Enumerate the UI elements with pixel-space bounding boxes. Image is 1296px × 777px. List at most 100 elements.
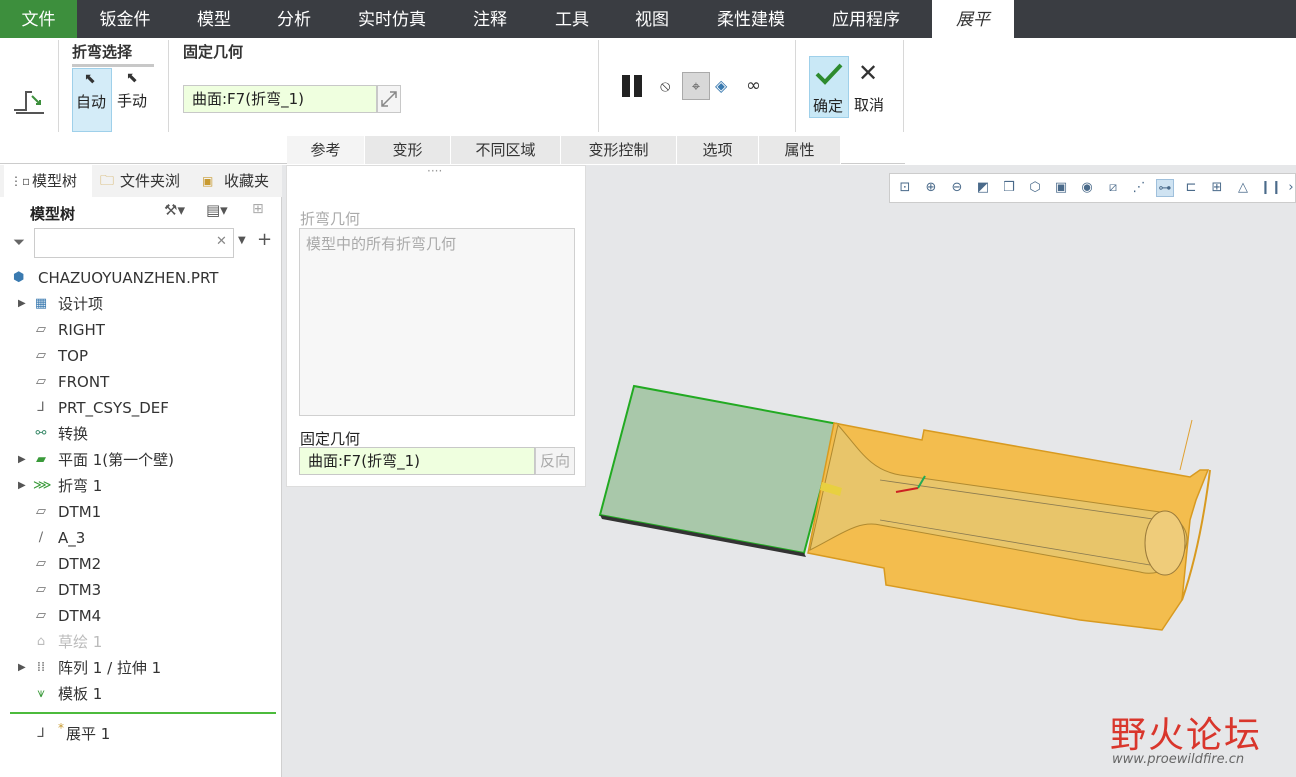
tab-options[interactable]: 选项 — [677, 136, 759, 164]
ok-button[interactable]: 确定 — [809, 56, 849, 118]
manual-button[interactable]: ⬉ 手动 — [115, 68, 155, 132]
bend-geom-list[interactable]: 模型中的所有折弯几何 — [299, 228, 575, 416]
tree-item-dtm1[interactable]: ▱ DTM1 — [0, 499, 282, 525]
design-items-icon: ▦ — [34, 296, 48, 311]
tree-item-label: 设计项 — [58, 295, 104, 313]
view-toolbar: ⊡ ⊕ ⊖ ◩ ❒ ⬡ ▣ ◉ ⧄ ⋰ ⊶ ⊏ ⊞ △ ❙❙ › — [889, 173, 1296, 203]
datum-planes-icon[interactable]: ⧄ — [1104, 179, 1122, 197]
reverse-direction-icon[interactable] — [377, 85, 401, 113]
fixed-geom-panel-label: 固定几何 — [300, 430, 361, 448]
spin-center-icon[interactable]: △ — [1234, 179, 1252, 197]
add-filter-icon[interactable]: + — [257, 229, 272, 250]
insert-indicator[interactable] — [10, 712, 276, 714]
verify-icon[interactable]: ⌖ — [682, 72, 710, 100]
menu-file[interactable]: 文件 — [0, 0, 77, 38]
no-preview-icon[interactable]: ⦸ — [660, 76, 670, 96]
tree-item-flatten[interactable]: ⅃ * 展平 1 — [0, 721, 282, 747]
perspective-icon[interactable]: ◉ — [1078, 179, 1096, 197]
display-style-icon[interactable]: ❒ — [1000, 179, 1018, 197]
glasses-icon[interactable]: ∞ — [746, 75, 761, 96]
tab-deformation[interactable]: 变形 — [365, 136, 451, 164]
menu-simulation[interactable]: 实时仿真 — [344, 0, 440, 38]
flatten-icon: ⅃ — [37, 726, 45, 741]
more-icon[interactable]: › — [1282, 179, 1296, 197]
menu-applications[interactable]: 应用程序 — [818, 0, 914, 38]
tree-root[interactable]: ⬢ CHAZUOYUANZHEN.PRT — [0, 265, 282, 291]
menu-model[interactable]: 模型 — [182, 0, 246, 38]
cancel-button[interactable]: ✕ 取消 — [852, 56, 892, 118]
refit-icon[interactable]: ⊡ — [896, 179, 914, 197]
pattern-icon: ⁞⁞ — [36, 660, 46, 675]
fixed-geom-field[interactable]: 曲面:F7(折弯_1) — [183, 85, 377, 113]
menu-view[interactable]: 视图 — [620, 0, 684, 38]
expand-arrow-icon[interactable]: ▶ — [18, 473, 26, 499]
close-icon: ✕ — [858, 59, 879, 87]
tree-item-convert[interactable]: ⚯ 转换 — [0, 421, 282, 447]
pause-icon[interactable] — [622, 75, 644, 97]
tree-settings-icon[interactable]: ⚒▾ — [164, 201, 185, 219]
tree-item-dtm2[interactable]: ▱ DTM2 — [0, 551, 282, 577]
datum-points-icon[interactable]: ⊶ — [1156, 179, 1174, 197]
pause-display-icon[interactable]: ❙❙ — [1260, 179, 1282, 197]
zoom-out-icon[interactable]: ⊖ — [948, 179, 966, 197]
tree-show-icon[interactable]: ▤▾ — [206, 201, 228, 219]
search-dropdown-icon[interactable]: ▼ — [238, 235, 246, 246]
tree-search-input[interactable] — [34, 228, 234, 258]
preview-feature-icon[interactable]: ◈ — [715, 76, 727, 95]
saved-orientations-icon[interactable]: ⬡ — [1026, 179, 1044, 197]
tree-item-csys[interactable]: ⅃ PRT_CSYS_DEF — [0, 395, 282, 421]
tab-deform-control[interactable]: 变形控制 — [561, 136, 677, 164]
clear-search-icon[interactable]: ✕ — [216, 234, 227, 249]
bend-select-divider — [72, 64, 154, 67]
tree-item-sketch[interactable]: ⌂ 草绘 1 — [0, 629, 282, 655]
auto-button[interactable]: ⬉ 自动 — [72, 68, 112, 132]
tree-item-planar-wall[interactable]: ▶ ▰ 平面 1(第一个壁) — [0, 447, 282, 473]
menu-analysis[interactable]: 分析 — [262, 0, 326, 38]
tree-item-dtm4[interactable]: ▱ DTM4 — [0, 603, 282, 629]
filter-icon: ⏷ — [13, 233, 26, 251]
tab-references[interactable]: 参考 — [287, 136, 365, 164]
tree-item-design-items[interactable]: ▶ ▦ 设计项 — [0, 291, 282, 317]
planar-wall-icon: ▰ — [36, 452, 46, 467]
expand-arrow-icon[interactable]: ▶ — [18, 447, 26, 473]
csys-display-icon[interactable]: ⊏ — [1182, 179, 1200, 197]
tab-different-regions[interactable]: 不同区域 — [451, 136, 561, 164]
repaint-icon[interactable]: ◩ — [974, 179, 992, 197]
menu-flexible-modeling[interactable]: 柔性建模 — [702, 0, 800, 38]
tree-item-top[interactable]: ▱ TOP — [0, 343, 282, 369]
tree-item-label: 展平 1 — [66, 725, 111, 743]
tree-item-label: DTM1 — [58, 503, 102, 521]
tree-item-right[interactable]: ▱ RIGHT — [0, 317, 282, 343]
tab-folder-browser[interactable]: 🗀 文件夹浏 — [94, 165, 190, 197]
menu-tools[interactable]: 工具 — [540, 0, 604, 38]
menu-bar: 文件 钣金件 模型 分析 实时仿真 注释 工具 视图 柔性建模 应用程序 展平 — [0, 0, 1296, 38]
manual-cursor-icon: ⬉ — [126, 70, 138, 86]
expand-arrow-icon[interactable]: ▶ — [18, 655, 26, 681]
reverse-button[interactable]: 反向 — [535, 447, 575, 475]
view-manager-icon[interactable]: ▣ — [1052, 179, 1070, 197]
model-tree-panel: ⋮▫ 模型树 🗀 文件夹浏 ▣ 收藏夹 模型树 ⚒▾ ▤▾ ⊞ ⏷ ✕ ▼ + … — [0, 165, 282, 777]
tree-item-label: DTM2 — [58, 555, 102, 573]
menu-annotate[interactable]: 注释 — [458, 0, 522, 38]
tab-model-tree[interactable]: ⋮▫ 模型树 — [4, 165, 92, 197]
tree-item-label: FRONT — [58, 373, 110, 391]
tree-item-label: 平面 1(第一个壁) — [58, 451, 175, 469]
tab-properties[interactable]: 属性 — [759, 136, 841, 164]
fixed-geom-panel-field[interactable]: 曲面:F7(折弯_1) — [299, 447, 535, 475]
datum-plane-icon: ▱ — [36, 322, 46, 337]
expand-arrow-icon[interactable]: ▶ — [18, 291, 26, 317]
annotation-display-icon[interactable]: ⊞ — [1208, 179, 1226, 197]
tree-item-pattern[interactable]: ▶ ⁞⁞ 阵列 1 / 拉伸 1 — [0, 655, 282, 681]
menu-sheetmetal[interactable]: 钣金件 — [86, 0, 164, 38]
tree-item-dtm3[interactable]: ▱ DTM3 — [0, 577, 282, 603]
tree-item-front[interactable]: ▱ FRONT — [0, 369, 282, 395]
menu-flatten-tab[interactable]: 展平 — [932, 0, 1014, 38]
tree-item-bend[interactable]: ▶ ⋙ 折弯 1 — [0, 473, 282, 499]
tree-item-template[interactable]: ⩛ 模板 1 — [0, 681, 282, 707]
tree-item-a3[interactable]: ∕ A_3 — [0, 525, 282, 551]
tree-columns-icon[interactable]: ⊞ — [252, 201, 264, 217]
zoom-in-icon[interactable]: ⊕ — [922, 179, 940, 197]
datum-axes-icon[interactable]: ⋰ — [1130, 179, 1148, 197]
panel-drag-handle[interactable]: ···· — [427, 164, 442, 178]
tab-favorites[interactable]: ▣ 收藏夹 — [196, 165, 280, 197]
